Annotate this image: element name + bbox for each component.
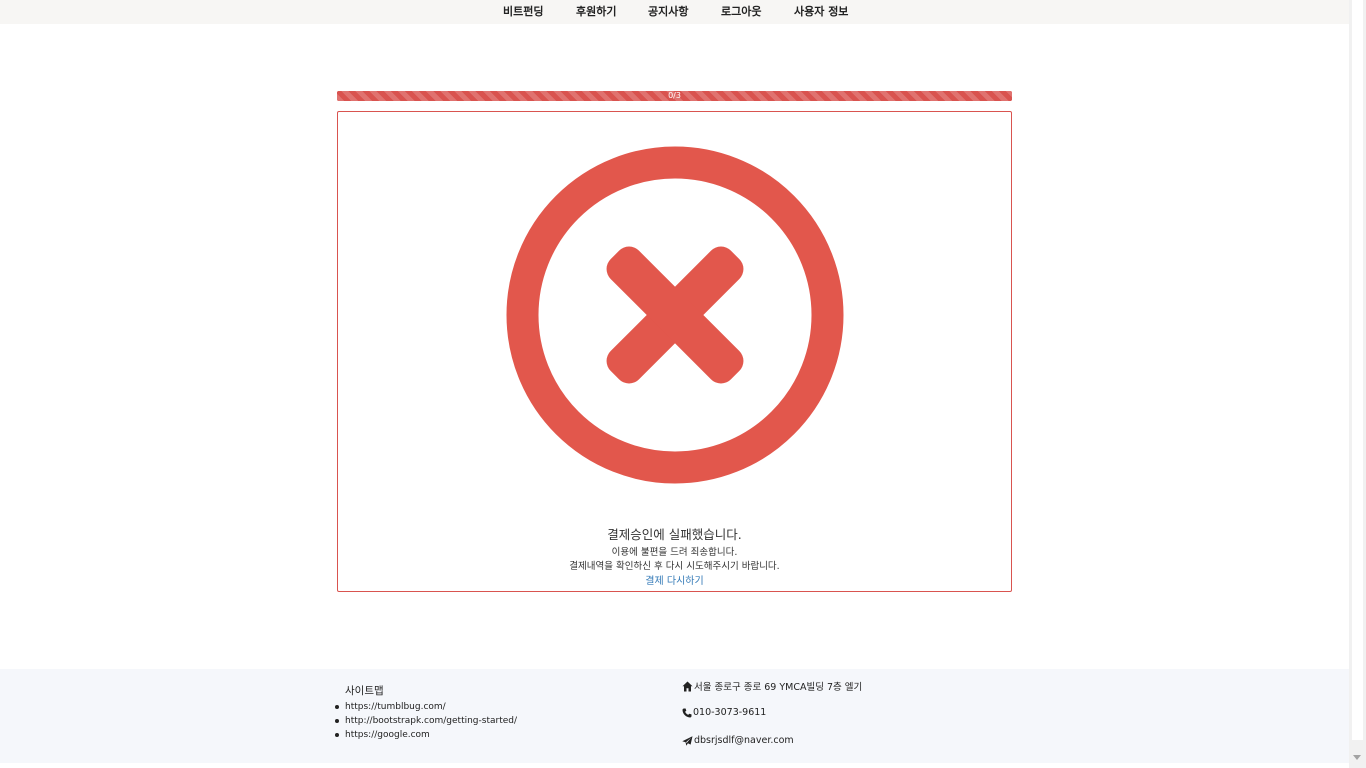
fail-x-circle-icon	[506, 146, 844, 484]
vertical-scrollbar[interactable]	[1349, 0, 1366, 768]
footer: 사이트맵 https://tumblbug.com/ http://bootst…	[0, 669, 1349, 763]
scroll-down-arrow-icon[interactable]	[1353, 755, 1361, 760]
top-navigation: 비트펀딩 후원하기 공지사항 로그아웃 사용자 정보	[0, 0, 1349, 24]
phone-icon	[682, 708, 692, 717]
contact-email: dbsrjsdlf@naver.com	[682, 735, 794, 746]
phone-text: 010-3073-9611	[693, 707, 767, 718]
contact-phone: 010-3073-9611	[682, 707, 766, 718]
scrollbar-thumb[interactable]	[1352, 0, 1363, 740]
result-instruction-text: 결제내역을 확인하신 후 다시 시도해주시기 바랍니다.	[569, 561, 780, 572]
result-title: 결제승인에 실패했습니다.	[607, 527, 742, 542]
email-text: dbsrjsdlf@naver.com	[694, 735, 794, 746]
progress-bar: 0/3	[337, 91, 1012, 101]
payment-result-card: 결제승인에 실패했습니다. 이용에 불편을 드려 죄송합니다. 결제내역을 확인…	[337, 111, 1012, 592]
nav-item-logout[interactable]: 로그아웃	[721, 0, 761, 24]
sitemap-link[interactable]: https://tumblbug.com/	[334, 700, 517, 714]
address-text: 서울 종로구 종로 69 YMCA빌딩 7층 엘기	[694, 682, 863, 693]
sitemap-link[interactable]: https://google.com	[334, 728, 517, 742]
nav-item-donate[interactable]: 후원하기	[576, 0, 616, 24]
sitemap-link[interactable]: http://bootstrapk.com/getting-started/	[334, 714, 517, 728]
nav-item-notice[interactable]: 공지사항	[648, 0, 688, 24]
page: 비트펀딩 후원하기 공지사항 로그아웃 사용자 정보 0/3 결제승인에 실패했…	[0, 0, 1349, 768]
nav-item-bitfunding[interactable]: 비트펀딩	[503, 0, 543, 24]
result-apology-text: 이용에 불편을 드려 죄송합니다.	[611, 547, 738, 558]
retry-payment-link[interactable]: 결제 다시하기	[338, 572, 1011, 587]
sitemap-title: 사이트맵	[345, 685, 384, 697]
contact-address: 서울 종로구 종로 69 YMCA빌딩 7층 엘기	[682, 679, 862, 693]
paper-plane-icon	[682, 735, 693, 746]
nav-item-user-info[interactable]: 사용자 정보	[794, 0, 848, 24]
sitemap-list: https://tumblbug.com/ http://bootstrapk.…	[334, 700, 517, 742]
home-icon	[682, 681, 693, 691]
progress-label: 0/3	[668, 91, 681, 100]
